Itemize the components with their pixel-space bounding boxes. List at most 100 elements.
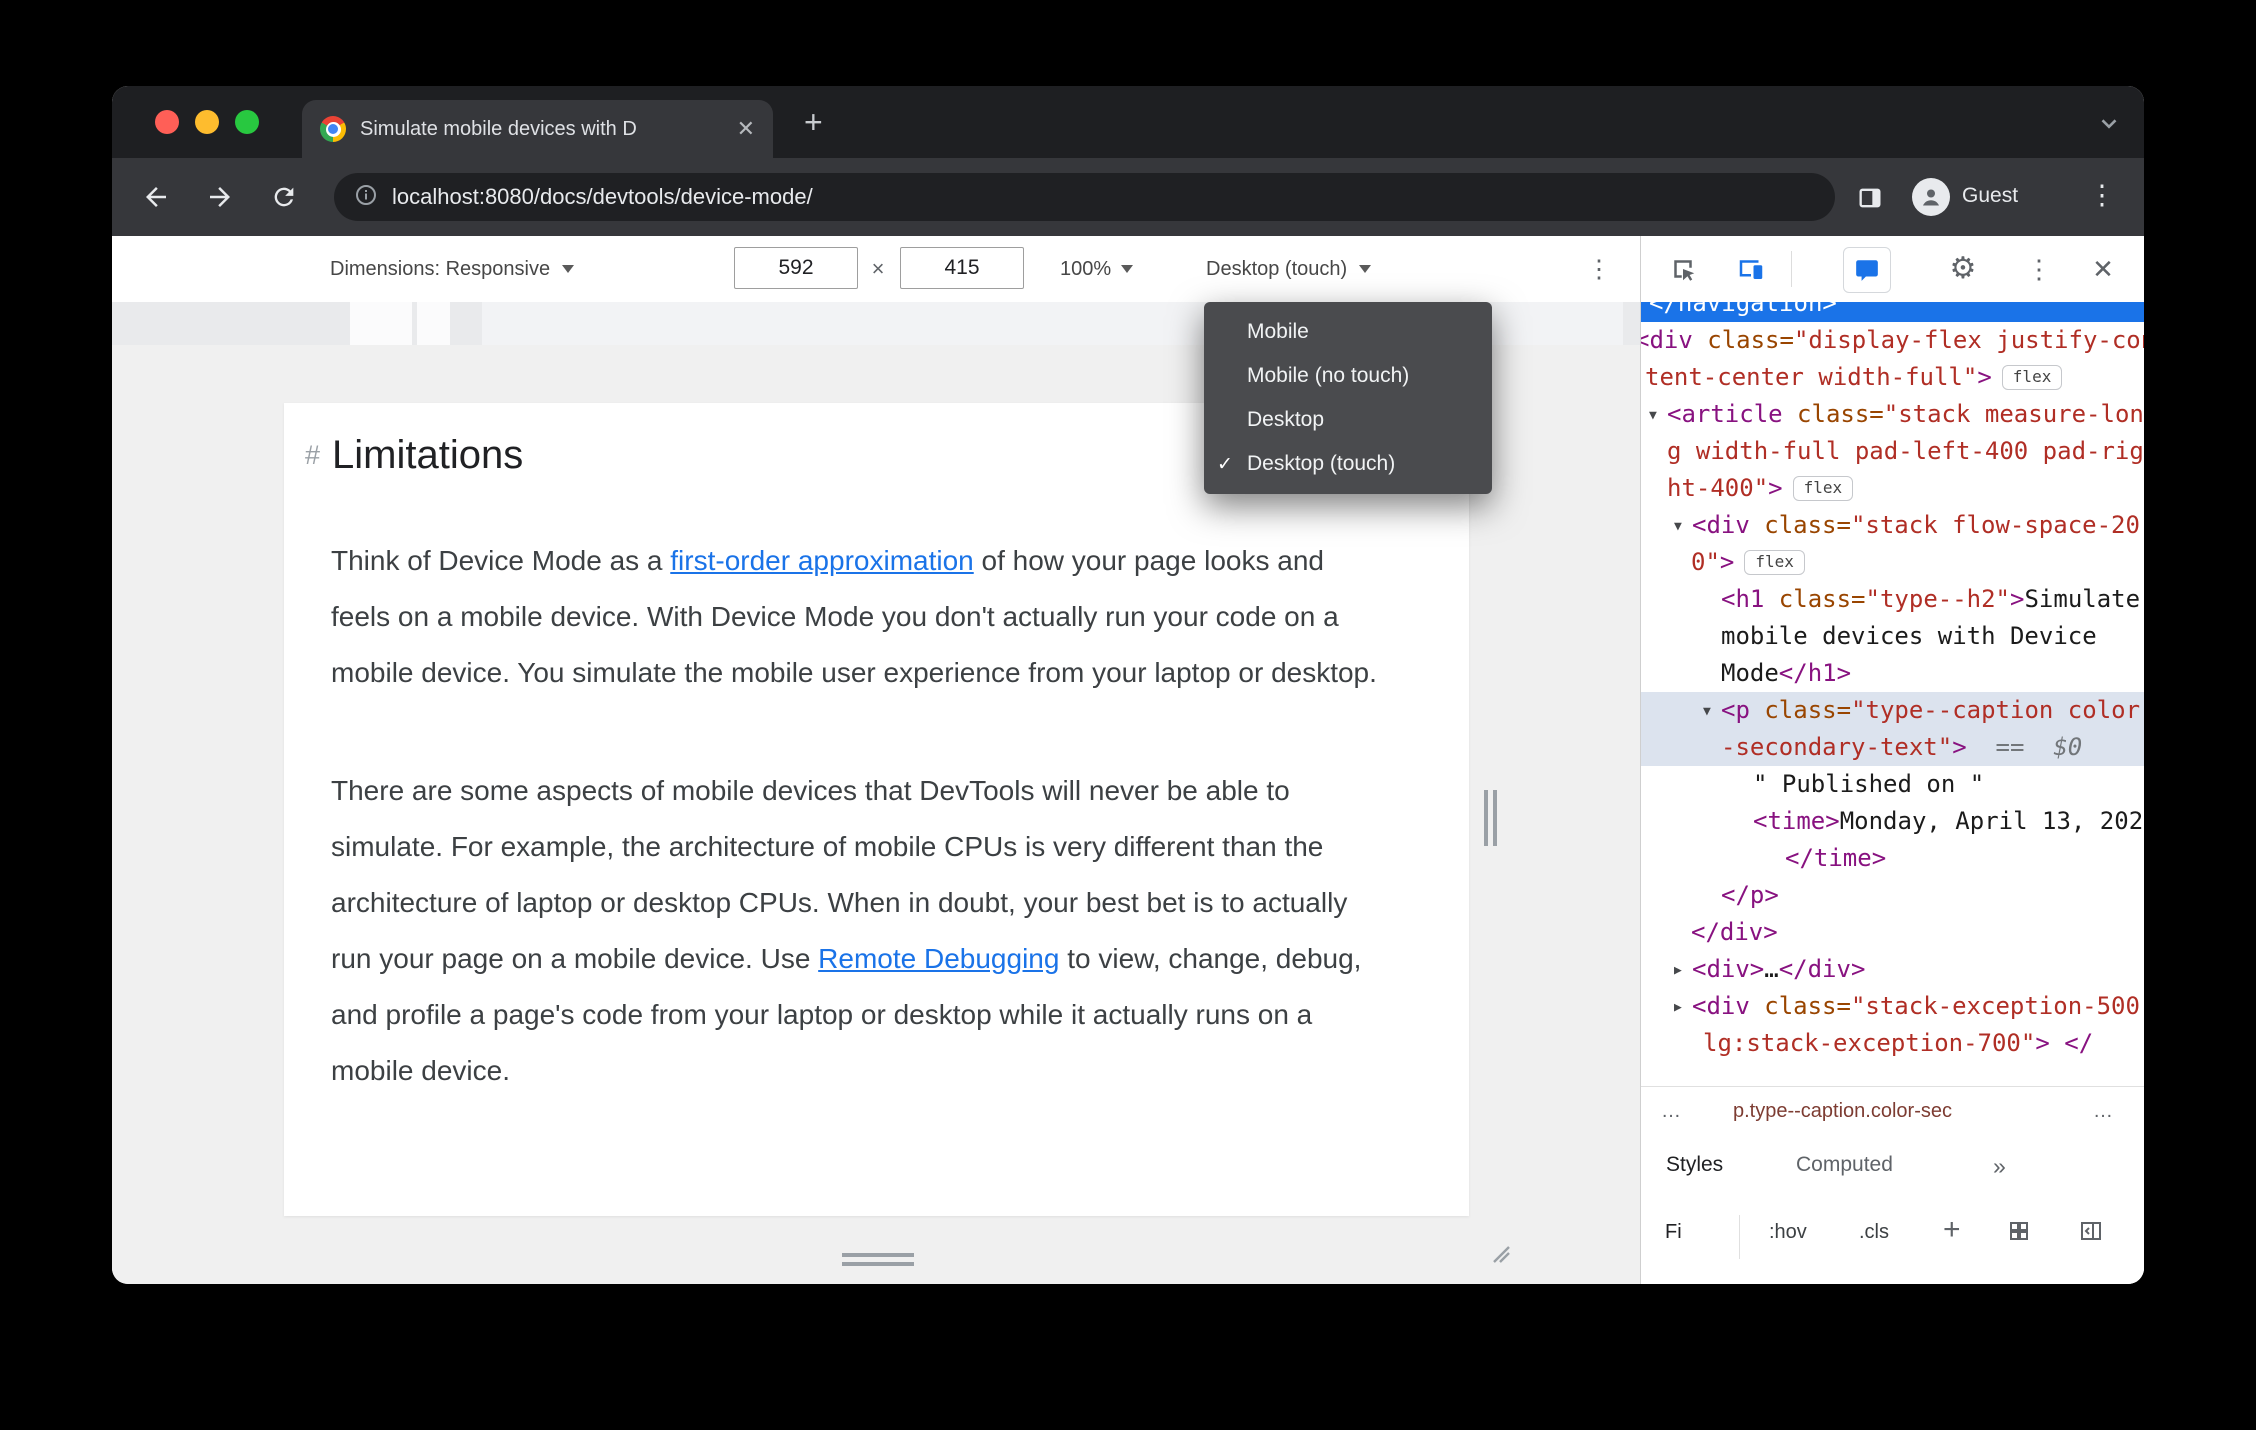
tree-row[interactable]: ▼ <div class="stack flow-space-20 xyxy=(1641,507,2144,544)
element-classes-button[interactable]: .cls xyxy=(1859,1221,1889,1244)
tree-row[interactable]: " Published on " xyxy=(1641,766,2144,803)
viewport-resize-handle-bottom[interactable] xyxy=(842,1253,914,1271)
device-type-menu: Mobile Mobile (no touch) Desktop ✓ Desktop (… xyxy=(1204,302,1492,494)
side-panel-icon[interactable] xyxy=(1854,182,1886,214)
tree-row[interactable]: -secondary-text"> == $0 xyxy=(1641,729,2144,766)
code-token: tent-center width-full" xyxy=(1645,363,1978,391)
tree-row[interactable]: ht-400"> flex xyxy=(1641,470,2144,507)
new-style-rule-button[interactable]: + xyxy=(1943,1213,1961,1247)
tree-row[interactable]: tent-center width-full"> flex xyxy=(1641,359,2144,396)
devtools-menu-icon[interactable]: ⋮ xyxy=(2019,249,2059,289)
height-input[interactable] xyxy=(900,247,1024,289)
tab-close-icon[interactable]: ✕ xyxy=(737,116,755,142)
dimensions-select[interactable]: Dimensions: Responsive xyxy=(330,236,575,302)
expand-arrow-icon[interactable]: ▶ xyxy=(1674,989,1692,1026)
tree-row[interactable]: Mode</h1> xyxy=(1641,655,2144,692)
article-paragraphs: Think of Device Mode as a first-order ap… xyxy=(331,533,1425,1099)
dimensions-label: Dimensions: Responsive xyxy=(330,257,551,280)
expand-arrow-icon[interactable]: ▼ xyxy=(1649,397,1667,434)
code-token: <div xyxy=(1641,326,1693,354)
code-token: "stack measure-lon xyxy=(1883,400,2144,428)
breadcrumb-overflow-right[interactable]: … xyxy=(2093,1100,2113,1123)
devtools-close-icon[interactable]: ✕ xyxy=(2083,249,2123,289)
viewport-resize-handle-corner[interactable] xyxy=(1488,1241,1512,1270)
code-token: > xyxy=(1749,955,1765,983)
reload-button[interactable] xyxy=(268,181,300,213)
code-token: class= xyxy=(1749,696,1852,724)
device-toolbar-toggle-icon[interactable] xyxy=(1731,249,1771,289)
flex-badge[interactable]: flex xyxy=(1792,476,1854,501)
checkmark-icon: ✓ xyxy=(1217,453,1233,475)
tree-row[interactable]: </time> xyxy=(1641,840,2144,877)
browser-tab[interactable]: Simulate mobile devices with D ✕ xyxy=(302,100,773,158)
code-token: <p xyxy=(1721,696,1750,724)
code-token: "type--caption color xyxy=(1851,696,2141,724)
expand-arrow-icon[interactable]: ▶ xyxy=(1674,952,1692,989)
tab-computed[interactable]: Computed xyxy=(1796,1153,1893,1177)
tab-styles[interactable]: Styles xyxy=(1666,1153,1723,1177)
styles-filter-input[interactable]: Fi xyxy=(1665,1221,1682,1244)
code-token: g width-full pad-left-400 pad-rig xyxy=(1667,437,2144,465)
settings-gear-icon[interactable]: ⚙ xyxy=(1943,248,1983,288)
zoom-select[interactable]: 100% xyxy=(1060,236,1134,302)
forward-button[interactable] xyxy=(204,181,236,213)
grid-editor-icon[interactable] xyxy=(2007,1219,2031,1248)
tree-row[interactable]: 0"> flex xyxy=(1641,544,2144,581)
tab-overflow-icon[interactable]: » xyxy=(1993,1153,2006,1180)
expand-arrow-icon[interactable]: ▼ xyxy=(1674,508,1692,545)
inline-link[interactable]: Remote Debugging xyxy=(818,943,1059,974)
url-bar[interactable]: localhost:8080/docs/devtools/device-mode… xyxy=(334,173,1835,221)
tree-row[interactable]: </p> xyxy=(1641,877,2144,914)
tree-row[interactable]: lg:stack-exception-700"> </ xyxy=(1641,1025,2144,1062)
code-token: > xyxy=(2010,585,2025,613)
tab-search-chevron-icon[interactable] xyxy=(2096,110,2122,141)
menu-item[interactable]: Desktop xyxy=(1204,398,1492,442)
code-token: " Published on " xyxy=(1753,770,1985,798)
width-input[interactable] xyxy=(734,247,858,289)
flex-badge[interactable]: flex xyxy=(2001,365,2063,390)
menu-item-label: Mobile xyxy=(1247,320,1309,343)
chevron-down-icon xyxy=(562,265,575,273)
device-type-select[interactable]: Desktop (touch) xyxy=(1206,236,1372,302)
tree-row[interactable]: <h1 class="type--h2">Simulate xyxy=(1641,581,2144,618)
site-info-icon[interactable] xyxy=(354,183,378,212)
tree-row[interactable]: ▼ <article class="stack measure-lon xyxy=(1641,396,2144,433)
tree-row[interactable]: mobile devices with Device xyxy=(1641,618,2144,655)
close-window-button[interactable] xyxy=(155,110,179,134)
expand-arrow-icon[interactable]: ▼ xyxy=(1703,693,1721,730)
toolbar-divider xyxy=(1791,251,1792,287)
code-token: ht-400" xyxy=(1667,474,1769,502)
inline-link[interactable]: first-order approximation xyxy=(670,545,973,576)
tree-row[interactable]: <div class="display-flex justify-con xyxy=(1641,322,2144,359)
maximize-window-button[interactable] xyxy=(235,110,259,134)
tree-row[interactable]: <time>Monday, April 13, 2020 xyxy=(1641,803,2144,840)
tree-row[interactable]: </navigation> xyxy=(1641,302,2144,322)
chevron-down-icon xyxy=(1121,265,1134,273)
viewport-resize-handle-right[interactable] xyxy=(1484,790,1497,846)
tree-row[interactable]: ▼ <p class="type--caption color xyxy=(1641,692,2144,729)
tree-row[interactable]: g width-full pad-left-400 pad-rig xyxy=(1641,433,2144,470)
code-token: class= xyxy=(1782,400,1884,428)
flex-badge[interactable]: flex xyxy=(1744,550,1805,575)
sidebar-toggle-icon[interactable] xyxy=(2079,1219,2103,1248)
menu-item[interactable]: ✓ Desktop (touch) xyxy=(1204,442,1492,486)
breadcrumb-selected[interactable]: p.type--caption.color-sec xyxy=(1733,1100,1952,1123)
new-tab-button[interactable]: + xyxy=(804,106,823,138)
avatar[interactable] xyxy=(1912,178,1950,216)
device-toolbar-menu-icon[interactable]: ⋮ xyxy=(1582,236,1616,302)
menu-item[interactable]: Mobile xyxy=(1204,310,1492,354)
heading-anchor[interactable]: # xyxy=(305,439,320,471)
breadcrumb-overflow-left[interactable]: … xyxy=(1661,1100,1681,1123)
minimize-window-button[interactable] xyxy=(195,110,219,134)
browser-menu-icon[interactable]: ⋮ xyxy=(2088,180,2116,211)
menu-item[interactable]: Mobile (no touch) xyxy=(1204,354,1492,398)
back-button[interactable] xyxy=(140,181,172,213)
tree-row[interactable]: ▶ <div class="stack-exception-500 xyxy=(1641,988,2144,1025)
tree-row[interactable]: ▶ <div>…</div> xyxy=(1641,951,2144,988)
tree-row[interactable]: </div> xyxy=(1641,914,2144,951)
code-token: Monday, April 13, 2020 xyxy=(1839,807,2144,835)
inspect-element-icon[interactable] xyxy=(1663,249,1703,289)
profile-label[interactable]: Guest xyxy=(1962,184,2018,208)
toggle-element-state-button[interactable]: :hov xyxy=(1769,1221,1807,1244)
console-drawer-icon[interactable] xyxy=(1843,247,1891,293)
